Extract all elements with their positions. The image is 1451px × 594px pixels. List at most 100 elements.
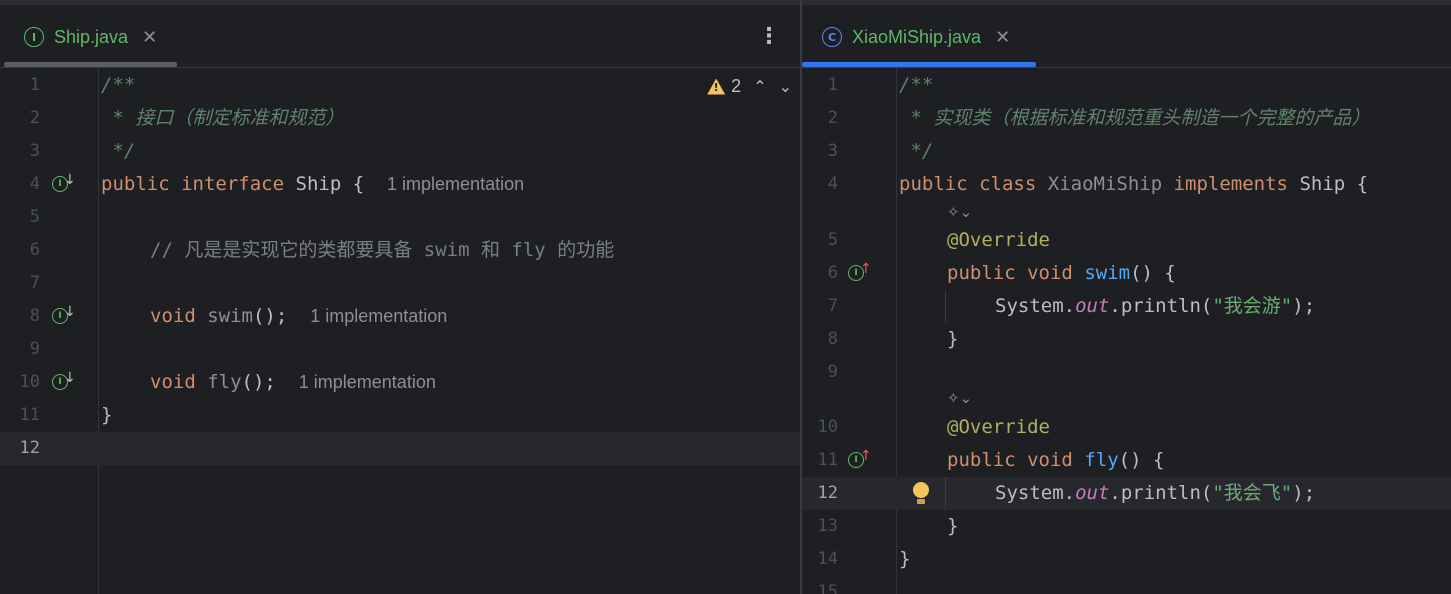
field-ref: out — [1075, 295, 1110, 317]
code-line: 7 System.out.println("我会游"); — [802, 290, 1451, 323]
code-line: 4 I ↓ public interface Ship { 1 implemen… — [0, 168, 800, 201]
code-text: } — [947, 515, 959, 537]
code-text: /** — [101, 74, 136, 96]
code-line: 5 — [0, 201, 800, 234]
keyword: implements — [1173, 173, 1288, 195]
arrow-down-icon: ↓ — [64, 304, 76, 320]
method-name: swim — [1084, 262, 1131, 284]
code-line: 10 I ↓ void fly(); 1 implementation — [0, 366, 800, 399]
code-line: 7 — [0, 267, 800, 300]
code-line: 9 — [0, 333, 800, 366]
code-text: System. — [995, 295, 1076, 317]
line-number: 10 — [817, 417, 838, 437]
keyword: void — [1027, 449, 1073, 471]
code-line: 15 — [802, 576, 1451, 594]
close-icon[interactable]: ✕ — [142, 27, 157, 48]
right-editor-pane: C XiaoMiShip.java ✕ 1 /** 2 * 实现类（根据标准和规… — [802, 0, 1451, 594]
code-line: 2 * 实现类（根据标准和规范重头制造一个完整的产品） — [802, 102, 1451, 135]
tab-xiaomiship-java[interactable]: C XiaoMiShip.java ✕ — [822, 20, 1010, 54]
line-number: 5 — [827, 230, 838, 250]
more-options-icon[interactable]: ⋮ — [758, 24, 780, 49]
line-number: 9 — [827, 362, 838, 382]
code-line: 8 } — [802, 323, 1451, 356]
code-line: 5 @Override — [802, 224, 1451, 257]
line-number: 7 — [827, 296, 838, 316]
code-line: 11 I ↑ public void fly() { — [802, 444, 1451, 477]
implementations-hint[interactable]: 1 implementation — [299, 372, 436, 392]
code-line: 3 */ — [0, 135, 800, 168]
code-text: */ — [899, 140, 934, 162]
line-number: 2 — [29, 108, 40, 128]
interface-icon: I — [24, 27, 44, 47]
method-name: fly — [1084, 449, 1119, 471]
keyword: public — [947, 449, 1016, 471]
code-line: 1 /** — [802, 69, 1451, 102]
left-editor-pane: I Ship.java ✕ ⋮ 2 ⌃ ⌄ 1 /** 2 * 接口（制定标准和… — [0, 0, 800, 594]
code-line: 11 } — [0, 399, 800, 432]
indent-guide — [945, 477, 946, 510]
line-number: 6 — [29, 240, 40, 260]
line-number: 12 — [19, 438, 40, 458]
interface-name: Ship { — [295, 173, 365, 195]
annotation: @Override — [947, 416, 1050, 438]
code-text: ); — [1292, 295, 1316, 317]
line-number: 1 — [827, 75, 838, 95]
code-line: 14 } — [802, 543, 1451, 576]
line-number: 7 — [29, 273, 40, 293]
code-text: * 接口（制定标准和规范） — [101, 107, 345, 129]
interface-ref: Ship { — [1299, 173, 1369, 195]
keyword: public — [101, 173, 170, 195]
code-line: 3 */ — [802, 135, 1451, 168]
code-text: } — [899, 548, 911, 570]
tab-ship-java[interactable]: I Ship.java ✕ — [24, 20, 157, 54]
code-text: * 实现类（根据标准和规范重头制造一个完整的产品） — [899, 107, 1371, 129]
code-text: System. — [995, 482, 1076, 504]
comment-text: fly — [511, 239, 546, 261]
code-line: 1 /** — [0, 69, 800, 102]
line-number: 15 — [817, 582, 838, 594]
lightbulb-icon[interactable] — [913, 482, 929, 504]
field-ref: out — [1075, 482, 1110, 504]
arrow-down-icon: ↓ — [64, 370, 76, 386]
tab-bar-top-strip — [0, 0, 800, 5]
class-icon: C — [822, 27, 842, 47]
line-number: 3 — [29, 141, 40, 161]
annotation: @Override — [947, 229, 1050, 251]
tab-bar-top-strip — [802, 0, 1451, 5]
keyword: class — [979, 173, 1037, 195]
implementations-hint[interactable]: 1 implementation — [310, 306, 447, 326]
code-line: 6 // 凡是是实现它的类都要具备 swim 和 fly 的功能 — [0, 234, 800, 267]
code-line: 2 * 接口（制定标准和规范） — [0, 102, 800, 135]
tab-active-indicator — [4, 62, 177, 67]
code-text: .println( — [1109, 295, 1213, 317]
arrow-down-icon: ↓ — [64, 172, 76, 188]
code-text: } — [101, 404, 113, 426]
line-number: 3 — [827, 141, 838, 161]
code-text: (); — [252, 305, 288, 327]
close-icon[interactable]: ✕ — [995, 27, 1010, 48]
left-tab-bar: I Ship.java ✕ ⋮ — [0, 0, 800, 68]
line-number: 2 — [827, 108, 838, 128]
keyword: public — [947, 262, 1016, 284]
line-number: 4 — [827, 174, 838, 194]
code-text: () { — [1118, 449, 1165, 471]
implementations-hint[interactable]: 1 implementation — [387, 174, 524, 194]
code-text: ); — [1292, 482, 1316, 504]
code-line: 9 — [802, 356, 1451, 389]
line-number: 5 — [29, 207, 40, 227]
code-text: */ — [101, 140, 136, 162]
current-line: 12 — [0, 432, 800, 465]
line-number: 10 — [19, 372, 40, 392]
code-line: 6 I ↑ public void swim() { — [802, 257, 1451, 290]
line-number: 11 — [817, 450, 838, 470]
line-number: 9 — [29, 339, 40, 359]
code-text: (); — [241, 371, 276, 393]
line-number: 8 — [827, 329, 838, 349]
line-number: 1 — [29, 75, 40, 95]
arrow-up-icon: ↑ — [860, 261, 872, 277]
code-text: .println( — [1109, 482, 1213, 504]
method-name: swim — [207, 305, 253, 327]
string-literal: "我会游" — [1212, 295, 1293, 317]
keyword: void — [150, 305, 196, 327]
line-number: 6 — [827, 263, 838, 283]
